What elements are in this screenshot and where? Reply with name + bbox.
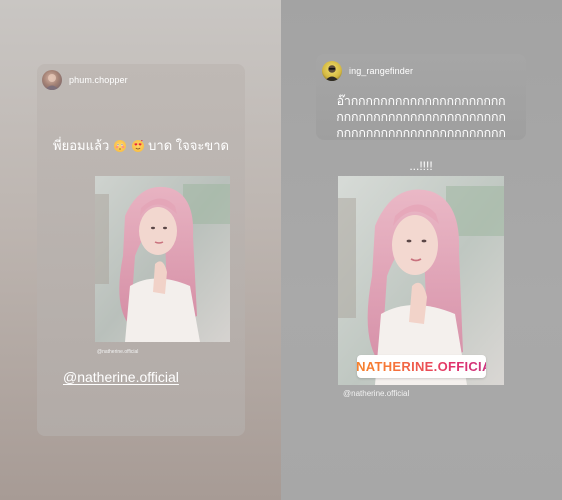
- right-story-header: ing_rangefinder: [322, 61, 413, 81]
- flushed-face-icon: [113, 140, 126, 152]
- heart-eyes-face-icon: [131, 140, 144, 152]
- message-text: พี่ยอมแล้ว: [53, 138, 110, 153]
- username[interactable]: phum.chopper: [69, 75, 128, 85]
- left-story-header: phum.chopper: [42, 70, 128, 90]
- avatar[interactable]: [322, 61, 342, 81]
- mention-link[interactable]: @natherine.official: [63, 369, 179, 385]
- username[interactable]: ing_rangefinder: [349, 66, 413, 76]
- story-photo[interactable]: [95, 176, 230, 342]
- exclaim-text: ...!!!!: [409, 159, 433, 173]
- story-message: พี่ยอมแล้ว บาด ใจจะขาด: [37, 138, 245, 154]
- mention-sticker[interactable]: @NATHERINE.OFFICIAL: [357, 355, 486, 378]
- message-line: กกกกกกกกกกกกกกกกกกกกกกก: [336, 110, 506, 124]
- avatar[interactable]: [42, 70, 62, 90]
- story-photo[interactable]: [338, 176, 504, 385]
- message-line: อ๊ากกกกกกกกกกกกกกกกกกกกก: [336, 94, 506, 108]
- message-line: กกกกกกกกกกกกกกกกกกกกกกก: [336, 126, 506, 140]
- mention-sticker-label: @NATHERINE.OFFICIAL: [357, 359, 486, 374]
- photo-credit: @natherine.official: [97, 349, 139, 355]
- story-message: อ๊ากกกกกกกกกกกกกกกกกกกกก กกกกกกกกกกกกกกก…: [326, 93, 516, 141]
- photo-credit: @natherine.official: [343, 389, 410, 398]
- message-text: บาด ใจจะขาด: [148, 138, 229, 153]
